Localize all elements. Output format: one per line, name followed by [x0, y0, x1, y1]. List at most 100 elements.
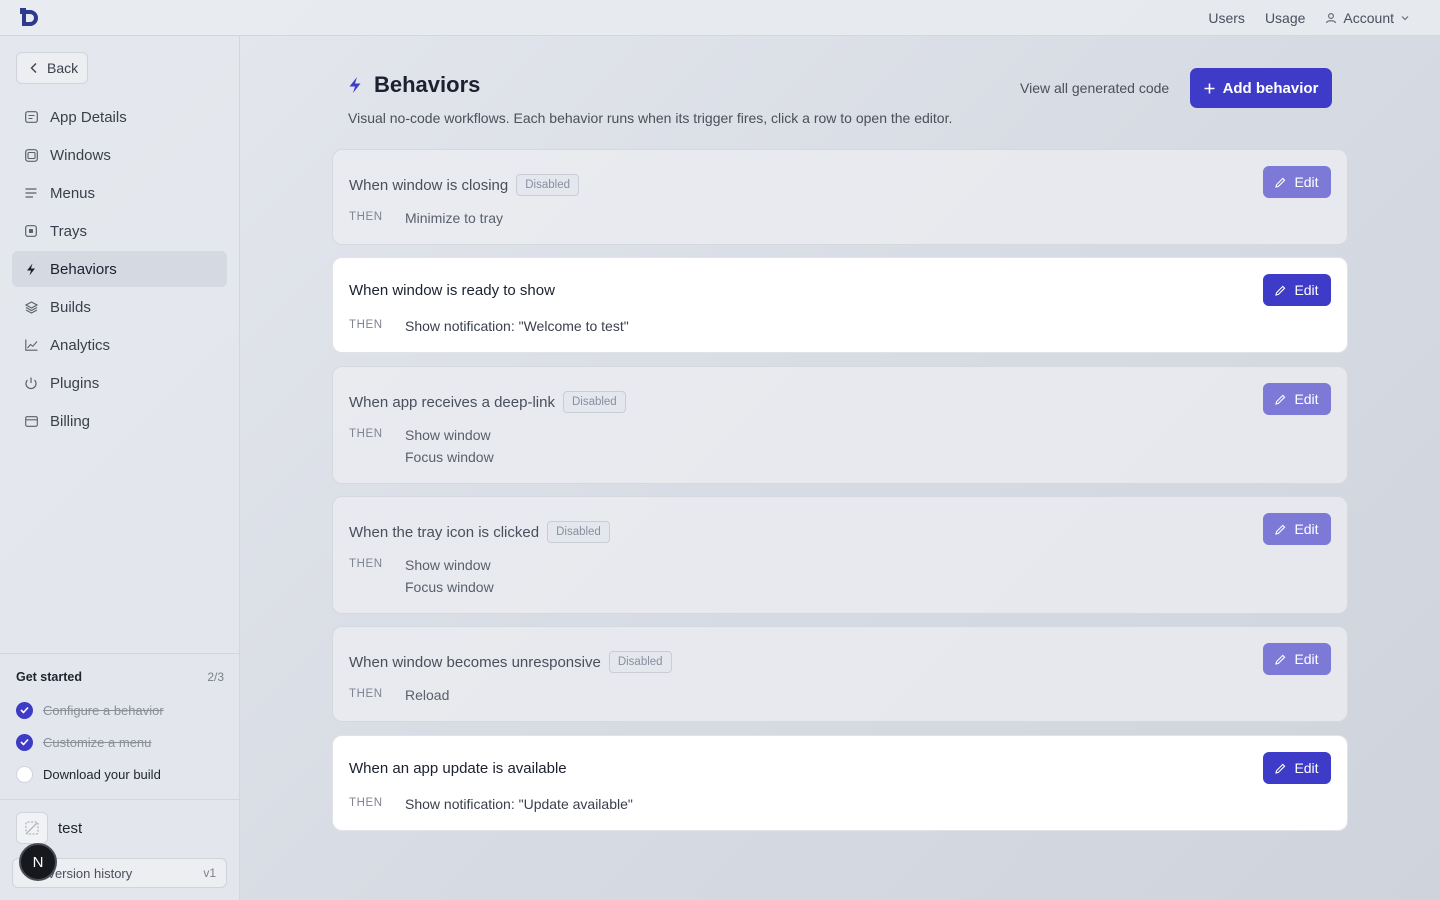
user-avatar[interactable]: N [19, 843, 57, 881]
get-started-item[interactable]: Customize a menu [16, 726, 224, 758]
get-started-panel: Get started 2/3 Configure a behavior Cus… [0, 653, 240, 799]
behavior-action: Focus window [405, 579, 494, 595]
behavior-row[interactable]: When the tray icon is clicked Disabled THE… [332, 496, 1348, 614]
empty-circle-icon [16, 765, 33, 783]
page-subtitle: Visual no-code workflows. Each behavior … [348, 110, 953, 126]
sidebar-item-plugins[interactable]: Plugins [12, 365, 227, 401]
pencil-icon [1275, 524, 1286, 535]
edit-behavior-button[interactable]: Edit [1263, 643, 1331, 675]
behavior-action: Show window [405, 427, 491, 443]
version-number: v1 [203, 866, 216, 880]
card-icon [24, 110, 38, 124]
sidebar-item-label: Billing [50, 412, 91, 430]
sidebar-item-analytics[interactable]: Analytics [12, 327, 227, 363]
add-behavior-button[interactable]: Add behavior [1190, 68, 1332, 108]
then-label: THEN [349, 428, 383, 440]
get-started-title: Get started [16, 670, 82, 684]
sidebar-item-label: App Details [50, 108, 127, 126]
check-circle-icon [16, 733, 33, 751]
get-started-item[interactable]: Configure a behavior [16, 694, 224, 726]
behavior-row[interactable]: When window is ready to show THEN Show not… [332, 257, 1348, 353]
pencil-icon [1275, 394, 1286, 405]
add-behavior-label: Add behavior [1222, 79, 1319, 97]
then-label: THEN [349, 319, 383, 331]
then-label: THEN [349, 688, 383, 700]
back-label: Back [47, 60, 79, 76]
sidebar-item-label: Plugins [50, 374, 100, 392]
window-icon [24, 148, 38, 162]
edit-behavior-button[interactable]: Edit [1263, 752, 1331, 784]
edit-behavior-button[interactable]: Edit [1263, 513, 1331, 545]
layers-icon [24, 300, 38, 314]
sidebar-item-label: Builds [50, 298, 91, 316]
lines-icon [24, 186, 38, 200]
behavior-trigger: When window is closing [349, 176, 509, 194]
edit-label: Edit [1294, 521, 1319, 537]
disabled-badge: Disabled [608, 651, 672, 673]
version-history-label: Version history [47, 865, 133, 881]
pencil-icon [1275, 285, 1286, 296]
sidebar-item-app-details[interactable]: App Details [12, 99, 227, 135]
app-image-icon[interactable] [16, 812, 48, 844]
behavior-action: Show notification: "Welcome to test" [405, 318, 629, 334]
behavior-action: Minimize to tray [405, 210, 504, 226]
pencil-icon [1275, 177, 1286, 188]
edit-label: Edit [1294, 760, 1319, 776]
edit-behavior-button[interactable]: Edit [1263, 274, 1331, 306]
main-content: Behaviors Visual no-code workflows. Each… [240, 36, 1440, 900]
sidebar-item-behaviors[interactable]: Behaviors [12, 251, 227, 287]
sidebar-item-label: Behaviors [50, 260, 117, 278]
edit-label: Edit [1294, 282, 1319, 298]
then-label: THEN [349, 558, 383, 570]
behavior-action: Reload [405, 687, 450, 703]
page-header: Behaviors Visual no-code workflows. Each… [348, 72, 1332, 132]
billing-icon [24, 414, 38, 428]
then-label: THEN [349, 797, 383, 809]
view-generated-code-link[interactable]: View all generated code [1020, 80, 1169, 96]
sidebar-item-menus[interactable]: Menus [12, 175, 227, 211]
behavior-row[interactable]: When an app update is available THEN Show … [332, 735, 1348, 831]
user-icon [1326, 12, 1337, 24]
chevron-down-icon [1401, 16, 1409, 21]
sidebar-item-billing[interactable]: Billing [12, 403, 227, 439]
page-title: Behaviors [374, 72, 481, 97]
account-label: Account [1343, 10, 1394, 26]
plus-icon [1204, 83, 1215, 93]
edit-behavior-button[interactable]: Edit [1263, 166, 1331, 198]
behavior-trigger: When an app update is available [349, 760, 567, 777]
sidebar-item-trays[interactable]: Trays [12, 213, 227, 249]
back-button[interactable]: Back [16, 52, 88, 84]
behavior-row[interactable]: When window becomes unresponsive Disabled… [332, 626, 1348, 722]
account-menu[interactable]: Account [1325, 10, 1410, 26]
plug-icon [24, 376, 38, 390]
behavior-row[interactable]: When app receives a deep-link Disabled THE… [332, 366, 1348, 484]
app-logo-icon[interactable] [19, 7, 41, 29]
behavior-row[interactable]: When window is closing Disabled THEN Minimi… [332, 149, 1348, 245]
sidebar-item-label: Windows [50, 146, 111, 164]
behavior-action: Focus window [405, 449, 494, 465]
behavior-trigger: When window becomes unresponsive [349, 653, 601, 671]
pencil-icon [1275, 654, 1286, 665]
sidebar-item-label: Trays [50, 222, 87, 240]
get-started-count: 2/3 [207, 670, 224, 684]
behavior-trigger: When window is ready to show [349, 282, 555, 299]
top-nav-usage[interactable]: Usage [1265, 10, 1305, 26]
behavior-action: Show notification: "Update available" [405, 796, 633, 812]
top-nav: Users Usage Account [1208, 0, 1410, 36]
sidebar-item-windows[interactable]: Windows [12, 137, 227, 173]
sidebar-item-builds[interactable]: Builds [12, 289, 227, 325]
edit-label: Edit [1294, 651, 1319, 667]
get-started-item-label: Download your build [43, 766, 161, 782]
app-name[interactable]: test [58, 820, 82, 837]
chevron-left-icon [30, 63, 37, 73]
disabled-badge: Disabled [562, 391, 626, 413]
get-started-item[interactable]: Download your build [16, 758, 224, 790]
get-started-item-label: Configure a behavior [43, 702, 164, 718]
then-label: THEN [349, 211, 383, 223]
behavior-trigger: When app receives a deep-link [349, 393, 555, 411]
behavior-trigger: When the tray icon is clicked [349, 523, 540, 541]
tray-icon [24, 224, 38, 238]
edit-behavior-button[interactable]: Edit [1263, 383, 1331, 415]
top-nav-users[interactable]: Users [1208, 10, 1245, 26]
chart-icon [24, 338, 38, 352]
